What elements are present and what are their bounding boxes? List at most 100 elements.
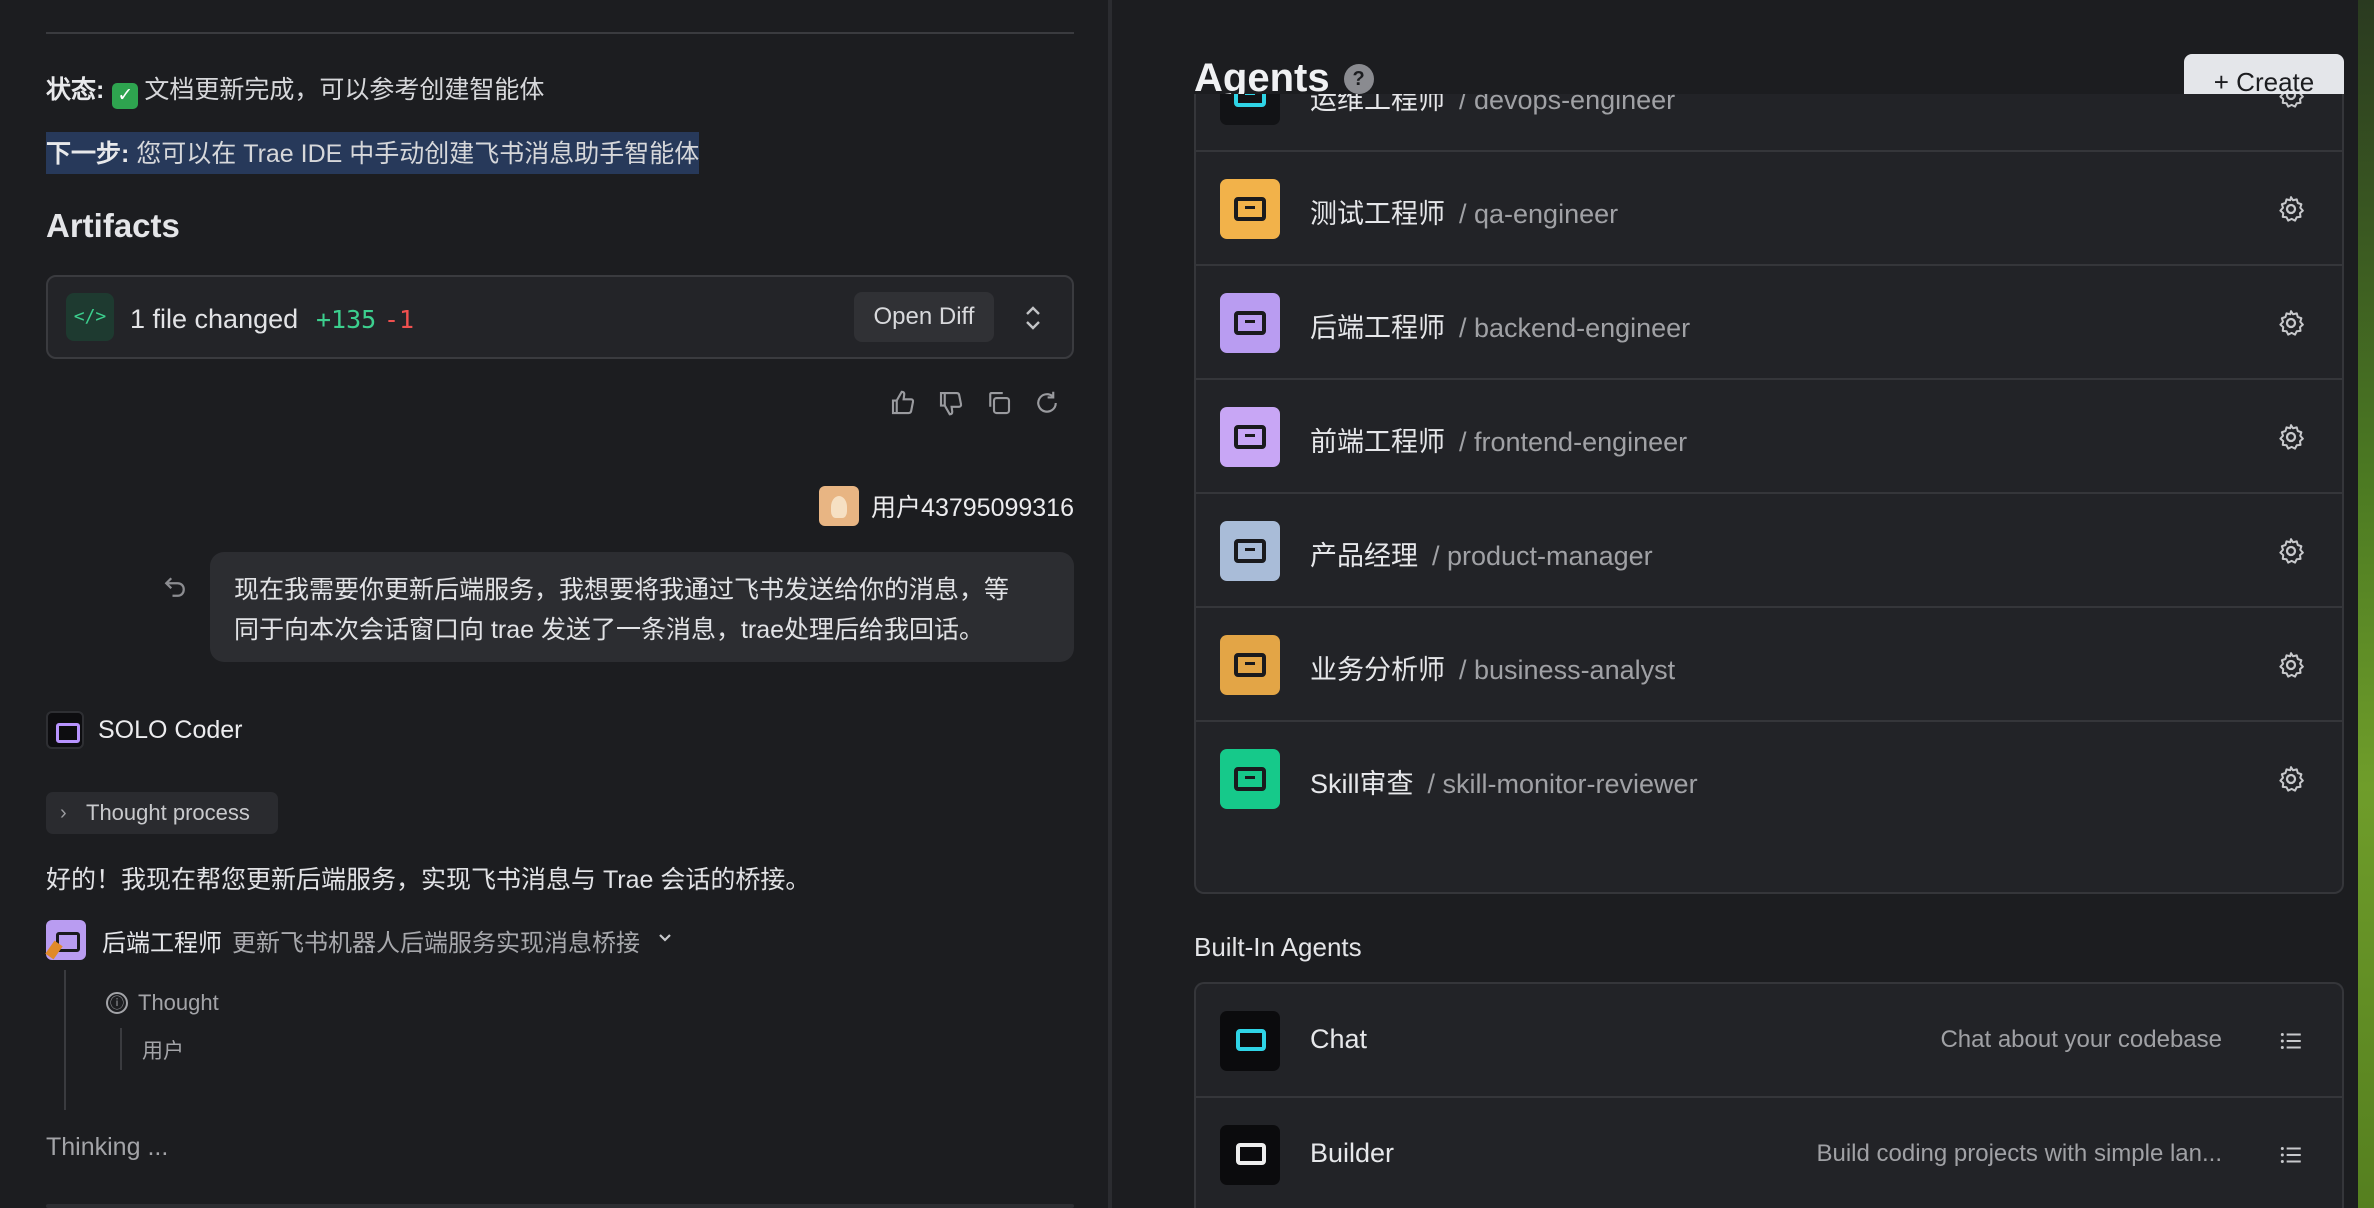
avatar (819, 486, 860, 526)
gear-icon[interactable] (2276, 422, 2306, 452)
gear-icon[interactable] (2276, 536, 2306, 566)
help-icon[interactable]: ? (1343, 63, 1374, 94)
status-text: 文档更新完成，可以参考创建智能体 (144, 76, 545, 104)
task-agent-name: 后端工程师 (102, 929, 222, 957)
gear-icon[interactable] (2276, 94, 2306, 110)
agent-avatar-icon (1220, 749, 1280, 809)
thumbs-up-icon[interactable] (888, 388, 918, 418)
agents-panel: Agents ? + Create 运维工程师 / devops-engineer… (1112, 0, 2358, 1208)
agent-avatar-icon (1220, 407, 1280, 467)
thinking-indicator: Thinking ... (46, 1133, 169, 1161)
next-step-line: 下一步: 您可以在 Trae IDE 中手动创建飞书消息助手智能体 (46, 132, 700, 174)
user-message-bubble: 现在我需要你更新后端服务，我想要将我通过飞书发送给你的消息，等 同于向本次会话窗… (210, 552, 1074, 662)
agent-avatar-icon (1220, 94, 1280, 125)
backend-engineer-icon (46, 920, 86, 960)
artifact-card[interactable]: </> 1 file changed +135 -1 Open Diff (46, 275, 1074, 359)
agent-slug: / qa-engineer (1459, 199, 1619, 229)
agent-row[interactable]: Skill审查 / skill-monitor-reviewer (1196, 722, 2342, 836)
builtin-agent-name: Chat (1310, 1024, 1368, 1054)
thought-process-label: Thought process (86, 800, 250, 825)
additions-count: +135 (316, 305, 377, 334)
user-name: 用户43795099316 (871, 494, 1074, 522)
builtin-agent-icon (1220, 1125, 1280, 1185)
expand-toggle-icon[interactable] (1018, 297, 1048, 339)
builtin-agent-desc: Build coding projects with simple lan... (1816, 1140, 2222, 1167)
builtin-agent-icon (1220, 1011, 1280, 1071)
input-box-edge (46, 1204, 1074, 1208)
task-description: 更新飞书机器人后端服务实现消息桥接 (232, 929, 640, 957)
thought-process-button[interactable]: › Thought process (46, 792, 278, 834)
open-diff-button[interactable]: Open Diff (854, 292, 994, 342)
builtin-agents-heading: Built-In Agents (1194, 932, 1362, 962)
status-line: 状态: ✓ 文档更新完成，可以参考创建智能体 (46, 70, 544, 109)
agent-slug: / business-analyst (1459, 655, 1676, 685)
solo-coder-icon (46, 711, 84, 749)
thought-thread-line (120, 1028, 122, 1070)
thought-icon: ⓘ (106, 992, 128, 1014)
code-icon: </> (66, 293, 114, 341)
gear-icon[interactable] (2276, 194, 2306, 224)
artifacts-heading: Artifacts (46, 207, 180, 244)
agent-name: 业务分析师 / business-analyst (1310, 648, 1675, 687)
copy-icon[interactable] (984, 388, 1014, 418)
desktop-background-edge (2358, 0, 2374, 1208)
list-icon[interactable] (2278, 1028, 2304, 1054)
agent-title: 产品经理 (1310, 541, 1418, 571)
agent-title: 运维工程师 (1310, 94, 1445, 115)
next-text: 您可以在 Trae IDE 中手动创建飞书消息助手智能体 (129, 140, 700, 168)
custom-agent-list: 运维工程师 / devops-engineer 测试工程师 / qa-engineer… (1194, 94, 2344, 894)
list-icon[interactable] (2278, 1142, 2304, 1168)
builtin-agent-desc: Chat about your codebase (1940, 1026, 2222, 1053)
status-label: 状态: (46, 76, 105, 104)
refresh-icon[interactable] (1032, 388, 1062, 418)
agent-row[interactable]: 运维工程师 / devops-engineer (1196, 94, 2342, 152)
agent-avatar-icon (1220, 179, 1280, 239)
agent-title: 后端工程师 (1310, 313, 1445, 343)
gear-icon[interactable] (2276, 650, 2306, 680)
builtin-agent-name: Builder (1310, 1138, 1395, 1168)
agent-title: Skill审查 (1310, 769, 1414, 799)
thought-label: ⓘ Thought (106, 990, 219, 1016)
agent-avatar-icon (1220, 293, 1280, 353)
agent-slug: / devops-engineer (1459, 94, 1676, 115)
agent-row[interactable]: 前端工程师 / frontend-engineer (1196, 380, 2342, 494)
builtin-agent-list: Chat Chat about your codebase Builder Build… (1194, 982, 2344, 1208)
agent-row[interactable]: 业务分析师 / business-analyst (1196, 608, 2342, 722)
chat-panel: 状态: ✓ 文档更新完成，可以参考创建智能体 下一步: 您可以在 Trae IDE … (0, 0, 1108, 1208)
agent-row[interactable]: 测试工程师 / qa-engineer (1196, 152, 2342, 266)
assistant-header: SOLO Coder (46, 711, 243, 749)
agent-row[interactable]: 产品经理 / product-manager (1196, 494, 2342, 608)
files-changed: 1 file changed (130, 304, 299, 334)
agent-name: 产品经理 / product-manager (1310, 534, 1653, 573)
agent-name: 后端工程师 / backend-engineer (1310, 306, 1690, 345)
divider (46, 32, 1074, 34)
builtin-agent-row[interactable]: Builder Build coding projects with simple… (1196, 1098, 2342, 1208)
chevron-right-icon: › (60, 802, 67, 824)
thumbs-down-icon[interactable] (936, 388, 966, 418)
check-icon: ✓ (112, 83, 139, 109)
agent-name: 测试工程师 / qa-engineer (1310, 192, 1618, 231)
gear-icon[interactable] (2276, 308, 2306, 338)
agent-slug: / product-manager (1432, 541, 1653, 571)
chevron-down-icon[interactable] (656, 927, 674, 953)
gear-icon[interactable] (2276, 764, 2306, 794)
agent-slug: / backend-engineer (1459, 313, 1691, 343)
agent-slug: / frontend-engineer (1459, 427, 1688, 457)
subagent-task-header[interactable]: 后端工程师 更新飞书机器人后端服务实现消息桥接 (46, 920, 674, 960)
next-label: 下一步: (46, 140, 130, 168)
user-header: 用户43795099316 (819, 486, 1074, 526)
agent-avatar-icon (1220, 635, 1280, 695)
agent-name: Skill审查 / skill-monitor-reviewer (1310, 762, 1698, 801)
assistant-name: SOLO Coder (98, 715, 243, 744)
agent-name: 前端工程师 / frontend-engineer (1310, 420, 1687, 459)
task-thread-line (64, 970, 66, 1110)
agent-title: 业务分析师 (1310, 655, 1445, 685)
builtin-agent-row[interactable]: Chat Chat about your codebase (1196, 984, 2342, 1098)
user-message-line: 现在我需要你更新后端服务，我想要将我通过飞书发送给你的消息，等 (234, 576, 1010, 604)
agent-row[interactable]: 后端工程师 / backend-engineer (1196, 266, 2342, 380)
agent-slug: / skill-monitor-reviewer (1427, 769, 1698, 799)
undo-icon[interactable] (160, 572, 190, 609)
user-message-line: 同于向本次会话窗口向 trae 发送了一条消息，trae处理后给我回话。 (234, 616, 985, 644)
deletions-count: -1 (384, 305, 415, 334)
assistant-reply: 好的！我现在帮您更新后端服务，实现飞书消息与 Trae 会话的桥接。 (46, 866, 811, 894)
